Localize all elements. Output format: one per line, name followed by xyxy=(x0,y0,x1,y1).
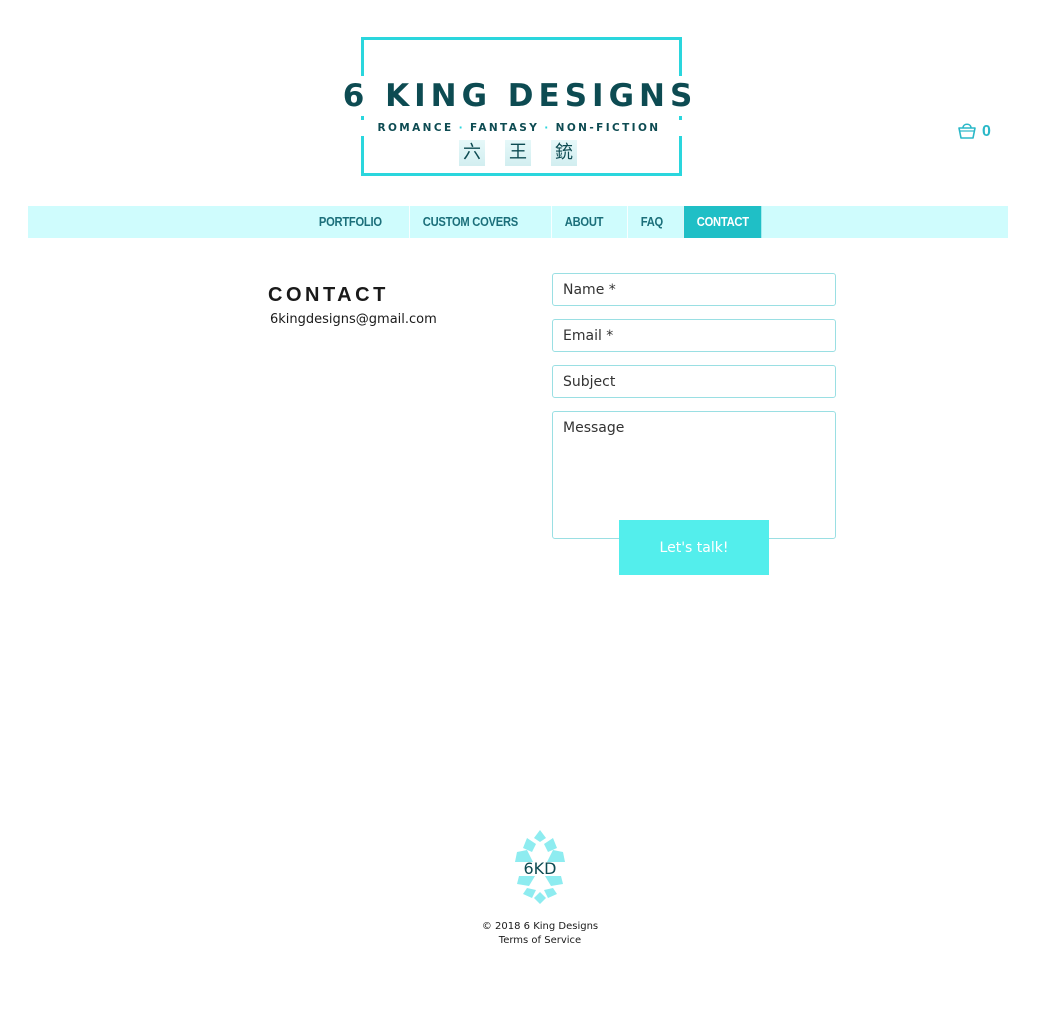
logo-title: 6 KING DESIGNS xyxy=(331,76,709,116)
cart-button[interactable]: 0 xyxy=(956,120,996,144)
footer-logo: 6KD xyxy=(513,830,567,904)
site-logo[interactable]: 6 KING DESIGNS ROMANCE · FANTASY · NON-FICTI… xyxy=(331,36,709,178)
footer-copyright: © 2018 6 King Designs xyxy=(481,921,599,932)
shopping-bag-icon xyxy=(956,119,978,145)
nav-item-about[interactable]: ABOUT xyxy=(550,206,616,238)
logo-separator: · xyxy=(458,122,465,134)
logo-char: 六 xyxy=(459,140,485,166)
submit-button[interactable]: Let's talk! xyxy=(619,520,769,575)
logo-genre-fantasy: FANTASY xyxy=(469,122,540,134)
terms-link[interactable]: Terms of Service xyxy=(440,935,640,946)
nav-item-portfolio[interactable]: PORTFOLIO xyxy=(306,206,395,238)
logo-separator: · xyxy=(544,122,551,134)
nav-item-faq[interactable]: FAQ xyxy=(626,206,676,238)
logo-char: 銃 xyxy=(551,140,577,166)
cart-count: 0 xyxy=(982,123,991,140)
page-title: CONTACT xyxy=(268,284,389,306)
nav-item-contact[interactable]: CONTACT xyxy=(683,206,763,238)
logo-char: 王 xyxy=(505,140,531,166)
logo-genre-nonfiction: NON-FICTION xyxy=(555,122,661,134)
main-nav: PORTFOLIO CUSTOM COVERS ABOUT FAQ CONTAC… xyxy=(306,206,775,238)
logo-genres: ROMANCE · FANTASY · NON-FICTION xyxy=(349,120,689,136)
name-field[interactable] xyxy=(552,273,836,306)
email-field[interactable] xyxy=(552,319,836,352)
logo-chinese-characters: 六 王 銃 xyxy=(459,140,577,166)
contact-email-link[interactable]: 6kingdesigns@gmail.com xyxy=(270,312,437,327)
subject-field[interactable] xyxy=(552,365,836,398)
footer-logo-text: 6KD xyxy=(524,859,557,878)
logo-genre-romance: ROMANCE xyxy=(377,122,454,134)
nav-item-custom-covers[interactable]: CUSTOM COVERS xyxy=(409,206,531,238)
